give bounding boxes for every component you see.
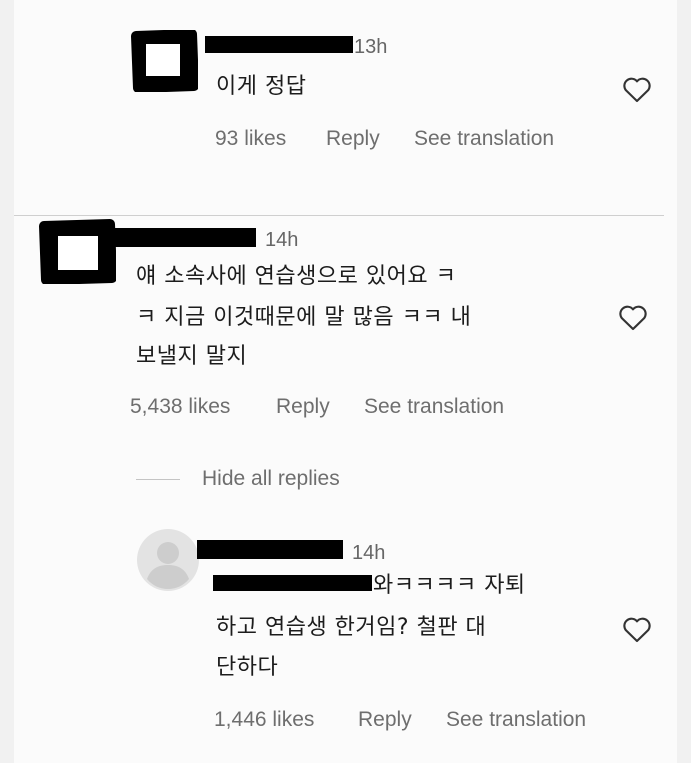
comment-time: 13h: [354, 36, 388, 58]
avatar[interactable]: [130, 30, 198, 92]
like-count[interactable]: 93 likes: [215, 126, 286, 152]
reply-text-line: 하고 연습생 한거임? 철판 대: [216, 615, 487, 640]
heart-outline-icon[interactable]: [616, 300, 650, 334]
reply-button[interactable]: Reply: [276, 394, 330, 420]
comments-panel: [14, 0, 677, 763]
comments-screen: 13h 이게 정답 93 likes Reply See translation…: [0, 0, 691, 763]
reply-time: 14h: [352, 542, 386, 564]
see-translation-link[interactable]: See translation: [364, 394, 504, 420]
heart-outline-icon[interactable]: [620, 612, 654, 646]
comment-text-line: 얘 소속사에 연습생으로 있어요 ㅋ: [136, 264, 457, 289]
redacted-username[interactable]: [205, 36, 353, 53]
comment-text-line: 이게 정답: [216, 74, 307, 99]
redacted-mention[interactable]: [213, 575, 372, 591]
comment-time: 14h: [265, 229, 299, 251]
avatar[interactable]: [38, 218, 116, 284]
like-count[interactable]: 1,446 likes: [214, 707, 314, 733]
reply-text-line: 와ㅋㅋㅋㅋ 자퇴: [373, 573, 526, 598]
comment-text-line: 보낼지 말지: [136, 344, 248, 369]
reply-button[interactable]: Reply: [326, 126, 380, 152]
see-translation-link[interactable]: See translation: [414, 126, 554, 152]
reply-button[interactable]: Reply: [358, 707, 412, 733]
reply-text-line: 단하다: [216, 655, 279, 680]
replies-line: [136, 479, 180, 480]
redacted-username[interactable]: [197, 540, 343, 559]
see-translation-link[interactable]: See translation: [446, 707, 586, 733]
heart-outline-icon[interactable]: [620, 72, 654, 106]
comment-text-line: ㅋ 지금 이것때문에 말 많음 ㅋㅋ 내: [136, 305, 472, 330]
like-count[interactable]: 5,438 likes: [130, 394, 230, 420]
comment-divider: [14, 215, 664, 216]
default-avatar-icon[interactable]: [136, 528, 200, 592]
redacted-username[interactable]: [114, 228, 256, 247]
hide-replies-label[interactable]: Hide all replies: [202, 466, 340, 492]
